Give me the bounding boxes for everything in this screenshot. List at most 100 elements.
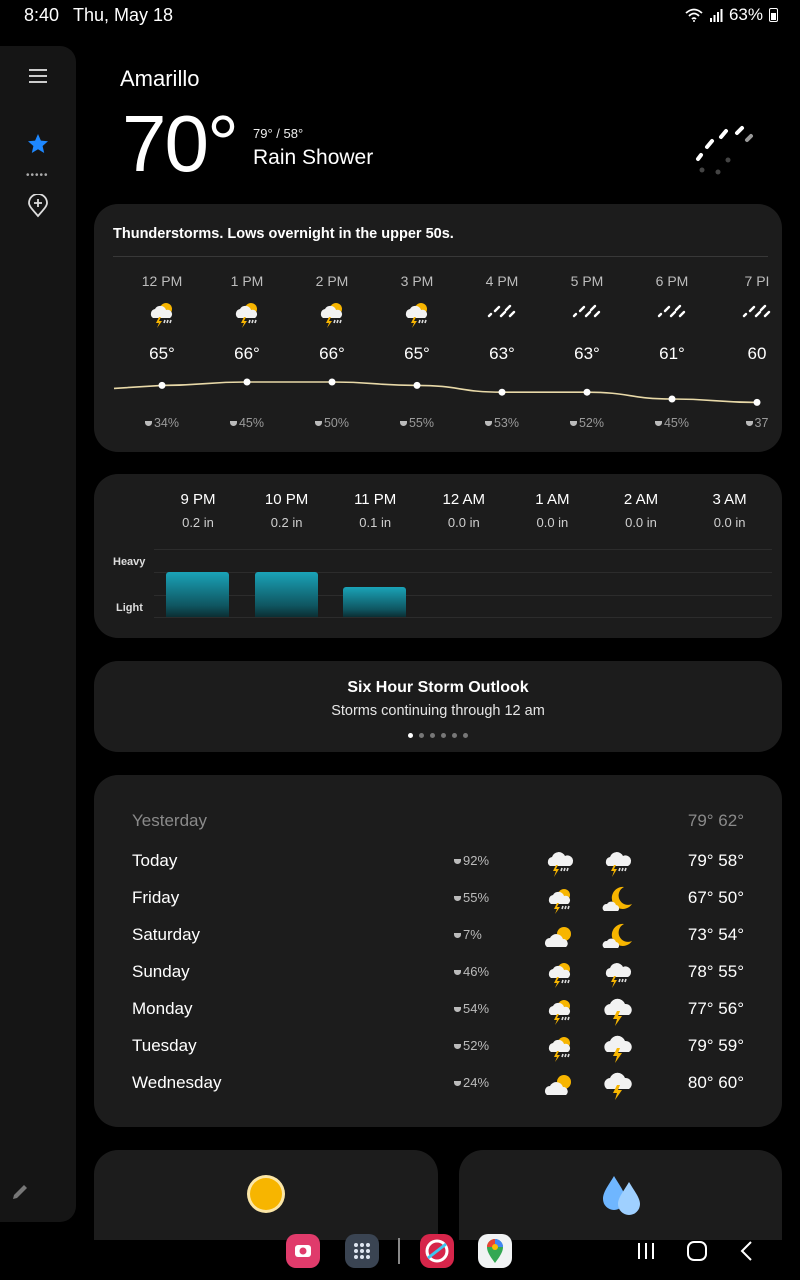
apps-grid-icon (354, 1243, 370, 1259)
temp-point (328, 378, 336, 386)
temp-curve-line (113, 381, 758, 404)
moon-cloud-icon (602, 884, 634, 921)
recents-icon (638, 1243, 654, 1259)
partly-cloudy-icon (544, 1069, 576, 1106)
precip-time: 10 PM (264, 491, 309, 508)
day-precip: 54% (454, 1001, 489, 1016)
app-drawer-icon[interactable] (345, 1234, 379, 1268)
day-precip-value: 52% (463, 1038, 490, 1053)
day-temps: 80° 60° (687, 1073, 744, 1092)
precip-amount: 0.0 in (625, 515, 657, 530)
screen-recorder-app-icon[interactable] (286, 1234, 320, 1268)
page-indicator[interactable] (94, 733, 782, 738)
nav-divider (398, 1238, 400, 1264)
favorite-location-button[interactable] (18, 124, 58, 164)
status-icons: 63% (685, 5, 778, 25)
signal-icon (709, 9, 723, 22)
day-precip: 92% (454, 853, 489, 868)
daily-forecast-card[interactable]: Yesterday 79° 62° Today 92% 79° 58° Friday 5… (94, 775, 782, 1127)
day-name: Saturday (132, 925, 201, 944)
page-dot[interactable] (419, 733, 424, 738)
day-temps: 67° 50° (687, 888, 744, 907)
temp-point (413, 381, 421, 389)
precipitation-card[interactable]: 9 PM 0.2 in 10 PM 0.2 in 11 PM 0.1 in 12 AM 0.0… (94, 474, 782, 638)
back-button[interactable] (732, 1236, 762, 1266)
home-button[interactable] (680, 1236, 714, 1266)
precip-time: 1 AM (535, 491, 570, 508)
maps-app-icon[interactable] (478, 1234, 512, 1268)
precip-bar (343, 587, 407, 617)
drop-icon (454, 896, 461, 902)
thunderstorm-cloud-icon (544, 847, 576, 884)
day-temps: 79° 58° (687, 851, 744, 870)
precip-time: 11 PM (354, 491, 397, 508)
add-location-button[interactable] (18, 186, 58, 226)
temp-point (668, 395, 676, 403)
precip-time: 2 AM (623, 491, 659, 508)
daily-row[interactable]: Saturday 7% 73° 54° (132, 921, 744, 951)
storm-title: Six Hour Storm Outlook (347, 679, 529, 696)
page-dot[interactable] (430, 733, 435, 738)
day-name: Tuesday (132, 1036, 197, 1055)
precip-time: 12 AM (442, 491, 486, 508)
hourly-forecast-card[interactable]: Thunderstorms. Lows overnight in the upp… (94, 204, 782, 452)
thunderstorm-sun-icon (544, 1032, 576, 1069)
day-precip-value: 7% (463, 927, 482, 942)
lightning-cloud-icon (602, 995, 634, 1032)
thunderstorm-cloud-icon (602, 847, 634, 884)
temp-point (498, 388, 506, 396)
temp-point (243, 378, 251, 386)
page-dot[interactable] (441, 733, 446, 738)
thunderstorm-sun-icon (544, 958, 576, 995)
drop-icon (454, 1044, 461, 1050)
thunderstorm-sun-icon (544, 995, 576, 1032)
daily-row[interactable]: Friday 55% 67° 50° (132, 884, 744, 914)
page-dot[interactable] (463, 733, 468, 738)
battery-percent: 63% (728, 5, 763, 24)
precip-bar (254, 572, 318, 617)
daily-row[interactable]: Today 92% 79° 58° (132, 847, 744, 877)
precip-amount: 0.0 in (536, 515, 569, 530)
menu-button[interactable] (18, 56, 58, 96)
wifi-icon (685, 8, 703, 22)
menu-icon (29, 69, 47, 83)
current-temp: 70° (122, 99, 239, 188)
day-name: Today (132, 851, 178, 870)
temp-point (753, 398, 761, 406)
drop-icon (454, 859, 461, 865)
daily-row[interactable]: Monday 54% 77° 56° (132, 995, 744, 1026)
day-precip-value: 92% (463, 853, 490, 868)
temperature-curve (113, 378, 761, 406)
gridline (154, 549, 772, 550)
day-precip: 24% (454, 1075, 489, 1090)
recent-app-icon[interactable] (420, 1234, 454, 1268)
page-dot[interactable] (452, 733, 457, 738)
daily-row[interactable]: Tuesday 52% 79° 59° (132, 1032, 744, 1063)
storm-outlook-card[interactable]: Six Hour Storm Outlook Storms continuing… (94, 661, 782, 752)
day-precip-value: 24% (463, 1075, 490, 1090)
day-temps: 79° 59° (687, 1036, 744, 1055)
day-precip: 55% (454, 890, 489, 905)
day-name: Friday (132, 888, 180, 907)
drop-icon (454, 1007, 461, 1013)
home-icon (687, 1241, 707, 1261)
add-location-icon (28, 194, 48, 218)
temp-point (158, 381, 166, 389)
precip-amount: 0.2 in (182, 515, 214, 530)
precip-time: 3 AM (712, 491, 747, 508)
map-pin-icon (487, 1239, 503, 1263)
day-precip: 7% (454, 927, 482, 942)
precip-amount: 0.1 in (359, 515, 392, 530)
day-temps: 78° 55° (687, 962, 744, 981)
daily-row[interactable]: Sunday 46% 78° 55° (132, 958, 744, 988)
temp-point (583, 388, 591, 396)
pencil-icon (13, 1185, 27, 1199)
daily-row[interactable]: Wednesday 24% 80° 60° (132, 1069, 744, 1100)
status-bar: 8:40 Thu, May 18 63% (0, 0, 800, 30)
edit-button[interactable] (0, 1172, 40, 1212)
page-dot[interactable] (408, 733, 413, 738)
drop-icon (454, 970, 461, 976)
recents-button[interactable] (628, 1236, 664, 1266)
lightning-cloud-icon (602, 1032, 634, 1069)
day-name: Wednesday (132, 1073, 222, 1092)
